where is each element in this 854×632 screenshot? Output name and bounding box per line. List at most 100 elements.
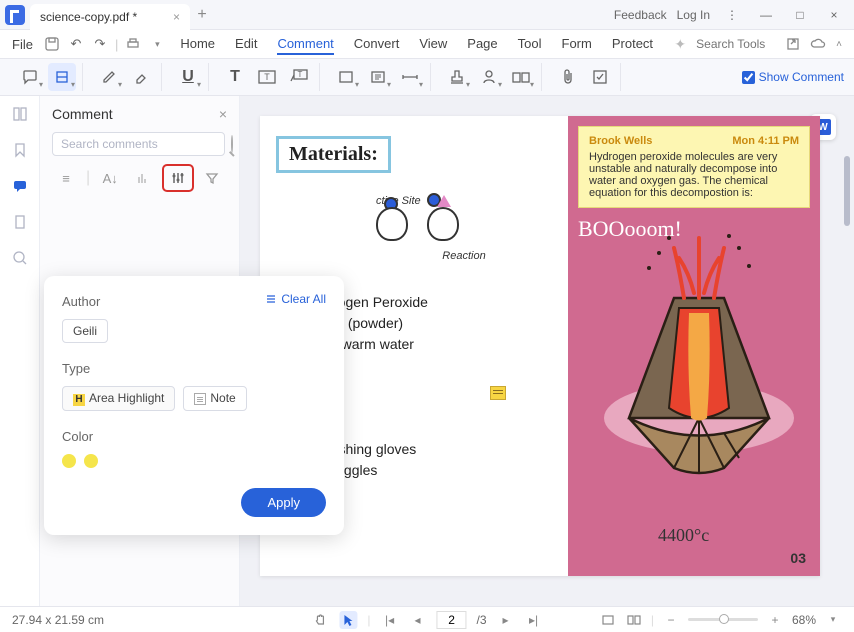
svg-text:T: T xyxy=(264,72,270,82)
zoom-in-icon[interactable]: + xyxy=(766,611,784,629)
menu-convert[interactable]: Convert xyxy=(354,34,400,55)
zoom-slider[interactable] xyxy=(688,618,758,621)
new-tab-button[interactable]: + xyxy=(190,6,214,24)
menu-home[interactable]: Home xyxy=(180,34,215,55)
zoom-dropdown-icon[interactable]: ▾ xyxy=(824,611,842,629)
zoom-value: 68% xyxy=(792,613,816,627)
undo-icon[interactable]: ↶ xyxy=(67,35,85,53)
search-comments-input[interactable] xyxy=(52,132,225,156)
comment-note[interactable]: Brook Wells Mon 4:11 PM Hydrogen peroxid… xyxy=(578,126,810,208)
show-comment-label: Show Comment xyxy=(759,70,844,84)
stamp-tool[interactable]: ▾ xyxy=(364,63,392,91)
last-page-icon[interactable]: ▸| xyxy=(525,611,543,629)
show-comment-toggle[interactable]: Show Comment xyxy=(742,70,844,84)
color-label: Color xyxy=(62,429,326,444)
more-icon[interactable]: ⋮ xyxy=(720,3,744,27)
fit-page-icon[interactable] xyxy=(599,611,617,629)
materials-heading: Materials: xyxy=(276,136,391,173)
minimize-icon[interactable]: — xyxy=(754,3,778,27)
panel-close-icon[interactable]: × xyxy=(219,106,227,122)
menu-form[interactable]: Form xyxy=(562,34,592,55)
wand-icon[interactable]: ✦ xyxy=(674,36,686,53)
search-icon[interactable] xyxy=(231,135,233,153)
temperature-label: 4400°c xyxy=(658,525,709,546)
page-total: /3 xyxy=(477,613,487,627)
author-chip[interactable]: Geili xyxy=(62,319,108,343)
measure-tool[interactable]: ▾ xyxy=(396,63,424,91)
sort-collapse-icon[interactable]: ≡ xyxy=(52,166,80,190)
titlebar: science-copy.pdf * × + Feedback Log In ⋮… xyxy=(0,0,854,30)
next-page-icon[interactable]: ▸ xyxy=(497,611,515,629)
fit-width-icon[interactable] xyxy=(625,611,643,629)
underline-tool[interactable]: U▾ xyxy=(174,63,202,91)
redo-icon[interactable]: ↷ xyxy=(91,35,109,53)
menu-page[interactable]: Page xyxy=(467,34,497,55)
search-tools-input[interactable] xyxy=(696,37,776,51)
thumbnails-icon[interactable] xyxy=(10,104,30,124)
zoom-out-icon[interactable]: − xyxy=(662,611,680,629)
menu-tool[interactable]: Tool xyxy=(518,34,542,55)
select-tool-icon[interactable] xyxy=(339,611,357,629)
qat-dropdown-icon[interactable]: ▾ xyxy=(148,35,166,53)
type-chip-note[interactable]: Note xyxy=(183,386,246,411)
color-dot-1[interactable] xyxy=(62,454,76,468)
type-label: Type xyxy=(62,361,326,376)
tab-close-icon[interactable]: × xyxy=(173,10,180,24)
checkbox-tool[interactable] xyxy=(586,63,614,91)
boom-text: BOOooom! xyxy=(578,216,682,242)
show-comment-checkbox[interactable] xyxy=(742,71,755,84)
active-site-label: ctive Site xyxy=(376,195,421,207)
stamp-icon-tool[interactable]: ▾ xyxy=(443,63,471,91)
comments-panel-icon[interactable] xyxy=(10,176,30,196)
note-tool[interactable]: ▾ xyxy=(16,63,44,91)
color-dot-2[interactable] xyxy=(84,454,98,468)
first-page-icon[interactable]: |◂ xyxy=(381,611,399,629)
document-tab[interactable]: science-copy.pdf * × xyxy=(30,4,190,30)
feedback-link[interactable]: Feedback xyxy=(614,8,667,22)
sort-az-icon[interactable]: A↓ xyxy=(96,166,124,190)
maximize-icon[interactable]: □ xyxy=(788,3,812,27)
save-icon[interactable] xyxy=(43,35,61,53)
prev-page-icon[interactable]: ◂ xyxy=(409,611,427,629)
type-chip-area-highlight[interactable]: HArea Highlight xyxy=(62,386,175,411)
file-menu[interactable]: File xyxy=(12,37,33,52)
text-tool[interactable]: T xyxy=(221,63,249,91)
collapse-ribbon-icon[interactable]: ˄ xyxy=(836,39,842,50)
search-tools[interactable] xyxy=(696,37,776,51)
svg-text:T: T xyxy=(298,70,303,79)
eraser-tool[interactable] xyxy=(127,63,155,91)
search-panel-icon[interactable] xyxy=(10,248,30,268)
hand-tool-icon[interactable] xyxy=(311,611,329,629)
rectangle-tool[interactable]: ▾ xyxy=(332,63,360,91)
signature-tool[interactable]: ▾ xyxy=(475,63,503,91)
note-time: Mon 4:11 PM xyxy=(732,135,799,147)
page-input[interactable] xyxy=(437,611,467,629)
login-link[interactable]: Log In xyxy=(677,8,710,22)
apply-button[interactable]: Apply xyxy=(241,488,326,517)
menu-protect[interactable]: Protect xyxy=(612,34,653,55)
quick-access-toolbar: ↶ ↷ | ▾ xyxy=(43,35,166,53)
sort-type-icon[interactable] xyxy=(130,166,158,190)
vertical-scrollbar[interactable] xyxy=(844,156,850,226)
menu-edit[interactable]: Edit xyxy=(235,34,257,55)
highlight-tool[interactable]: ▾ xyxy=(48,63,76,91)
menu-tabs: Home Edit Comment Convert View Page Tool… xyxy=(180,34,653,55)
compare-tool[interactable]: ▾ xyxy=(507,63,535,91)
attachments-panel-icon[interactable] xyxy=(10,212,30,232)
menu-comment[interactable]: Comment xyxy=(277,34,333,55)
share-icon[interactable] xyxy=(786,37,800,51)
attachment-tool[interactable] xyxy=(554,63,582,91)
clear-all-button[interactable]: Clear All xyxy=(265,292,326,306)
filter-funnel-icon[interactable] xyxy=(198,166,226,190)
callout-tool[interactable]: T xyxy=(285,63,313,91)
menu-view[interactable]: View xyxy=(419,34,447,55)
filter-icon[interactable] xyxy=(164,166,192,190)
close-window-icon[interactable]: × xyxy=(822,3,846,27)
pencil-tool[interactable]: ▾ xyxy=(95,63,123,91)
note-author: Brook Wells xyxy=(589,135,652,147)
cloud-icon[interactable] xyxy=(810,38,826,50)
sticky-note-marker[interactable] xyxy=(490,386,506,400)
print-icon[interactable] xyxy=(124,35,142,53)
textbox-tool[interactable]: T xyxy=(253,63,281,91)
bookmarks-icon[interactable] xyxy=(10,140,30,160)
